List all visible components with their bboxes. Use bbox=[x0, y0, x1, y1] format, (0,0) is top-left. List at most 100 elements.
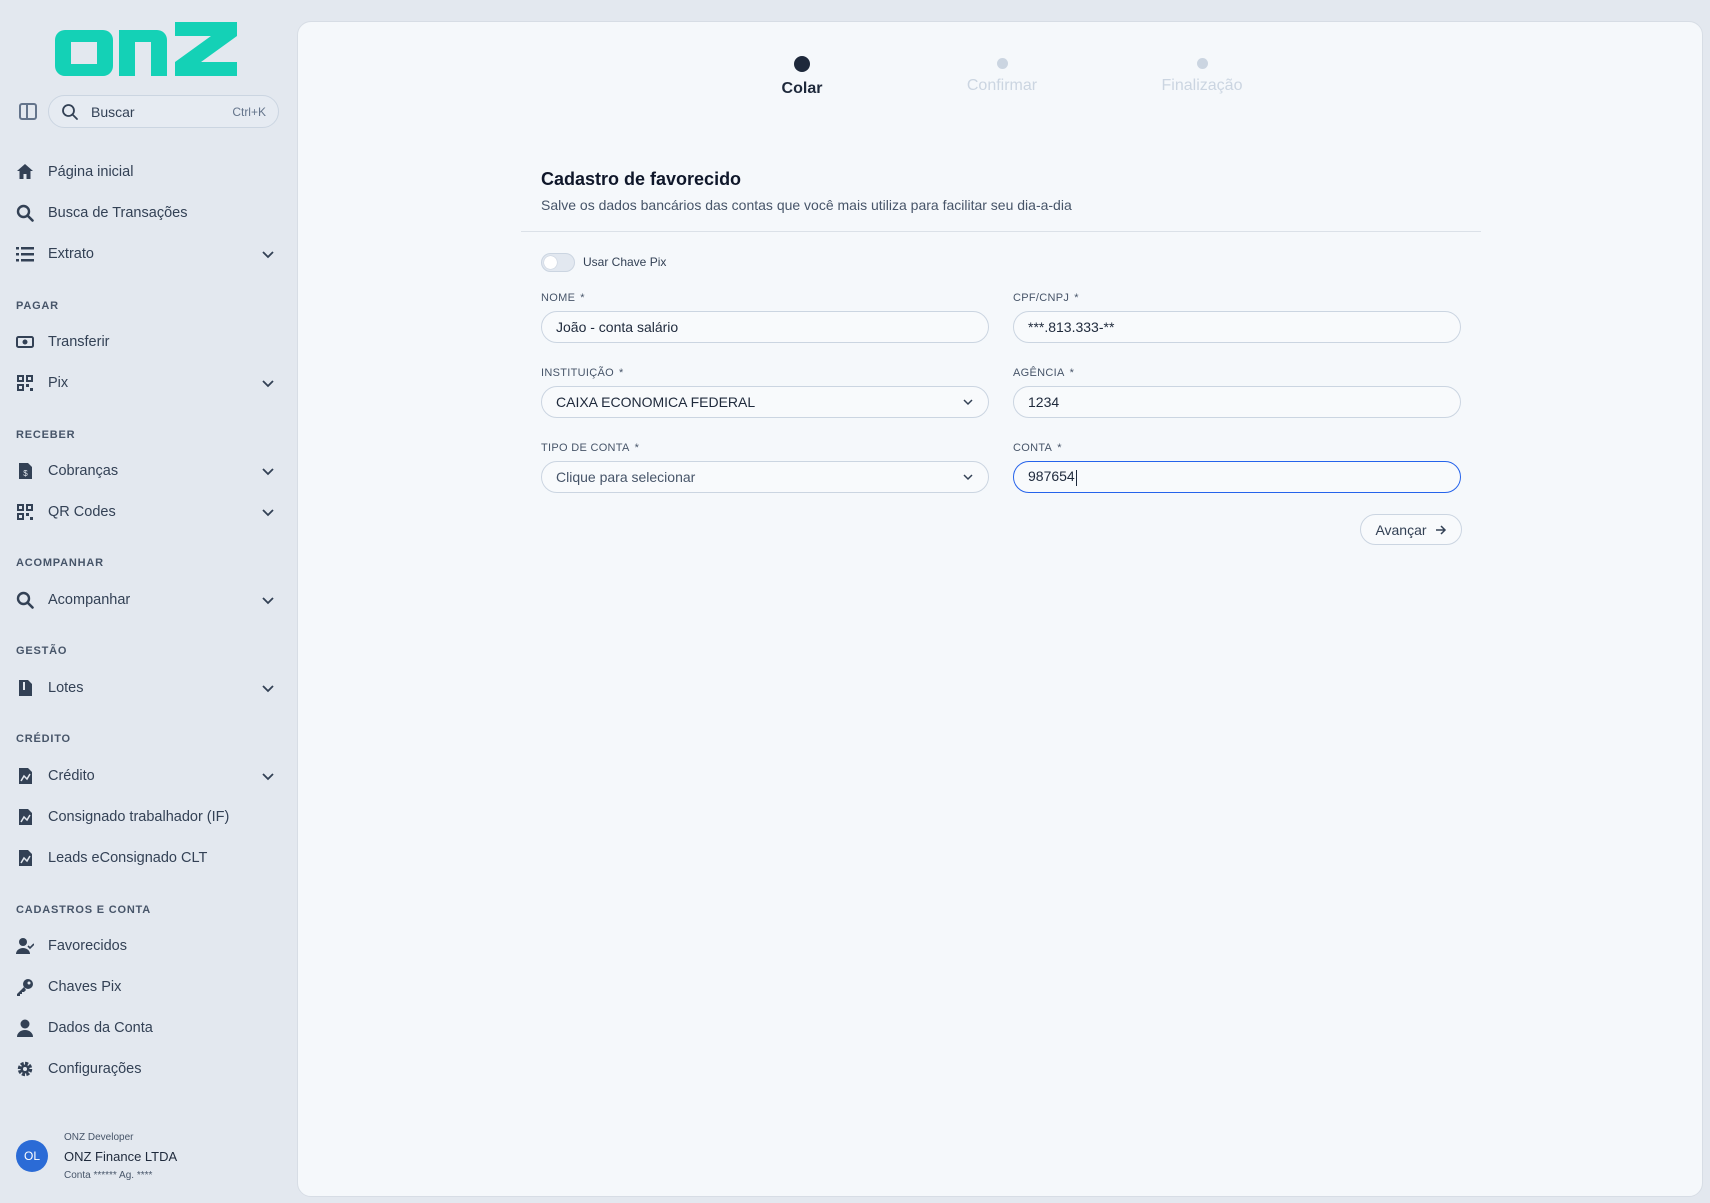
qr-code-icon bbox=[16, 503, 34, 521]
sidebar-item-consignado[interactable]: Consignado trabalhador (IF) bbox=[0, 797, 297, 837]
sidebar-item-transferir[interactable]: Transferir bbox=[0, 322, 297, 362]
page-title: Cadastro de favorecido bbox=[541, 169, 742, 189]
money-transfer-icon bbox=[16, 333, 34, 351]
conta-value: 987654 bbox=[1028, 468, 1075, 485]
nome-label: NOME * bbox=[541, 292, 585, 304]
step-label: Confirmar bbox=[966, 77, 1038, 94]
step-label: Finalização bbox=[1161, 77, 1243, 94]
gear-icon bbox=[16, 1060, 34, 1078]
key-icon bbox=[16, 978, 34, 996]
chevron-down-icon[interactable] bbox=[261, 593, 275, 607]
section-credito: CRÉDITO bbox=[16, 733, 71, 745]
file-chart-icon bbox=[16, 849, 34, 867]
nome-value: João - conta salário bbox=[556, 319, 679, 335]
sidebar-item-label: Extrato bbox=[48, 246, 94, 262]
sidebar-item-qrcodes[interactable]: QR Codes bbox=[0, 492, 297, 532]
chevron-down-icon bbox=[963, 474, 973, 481]
tipo-conta-placeholder: Clique para selecionar bbox=[556, 469, 696, 485]
section-receber: RECEBER bbox=[16, 429, 76, 441]
search-label: Buscar bbox=[91, 103, 135, 120]
sidebar: Buscar Ctrl+K Página inicial Busca de Tr… bbox=[0, 0, 297, 1203]
sidebar-item-label: Cobranças bbox=[48, 463, 119, 479]
cpf-label: CPF/CNPJ * bbox=[1013, 292, 1079, 304]
section-gestao: GESTÃO bbox=[16, 645, 68, 657]
tipo-conta-select[interactable]: Clique para selecionar bbox=[541, 461, 989, 493]
file-chart-icon bbox=[16, 808, 34, 826]
onz-logo[interactable] bbox=[55, 22, 237, 76]
pix-key-toggle-label: Usar Chave Pix bbox=[583, 255, 667, 269]
sidebar-item-label: Dados da Conta bbox=[48, 1020, 153, 1036]
sidebar-item-label: Crédito bbox=[48, 768, 95, 784]
user-company: ONZ Finance LTDA bbox=[64, 1149, 178, 1164]
step-dot-inactive bbox=[1196, 58, 1208, 69]
sidebar-item-label: Busca de Transações bbox=[48, 205, 188, 221]
step-confirmar: Confirmar bbox=[922, 58, 1082, 95]
search-shortcut: Ctrl+K bbox=[232, 104, 266, 119]
user-profile[interactable]: OL ONZ Developer ONZ Finance LTDA Conta … bbox=[16, 1130, 286, 1186]
agencia-field[interactable]: 1234 bbox=[1013, 386, 1461, 418]
sidebar-item-label: Chaves Pix bbox=[48, 979, 122, 995]
cpf-field[interactable]: ***.813.333-** bbox=[1013, 311, 1461, 343]
sidebar-item-dados[interactable]: Dados da Conta bbox=[0, 1008, 297, 1048]
text-caret bbox=[1075, 469, 1077, 486]
step-colar: Colar bbox=[722, 56, 882, 98]
chevron-down-icon[interactable] bbox=[261, 247, 275, 261]
pix-key-toggle[interactable] bbox=[541, 253, 575, 272]
sidebar-item-cobrancas[interactable]: $ Cobranças bbox=[0, 451, 297, 491]
sidebar-item-busca[interactable]: Busca de Transações bbox=[0, 193, 297, 233]
chevron-down-icon[interactable] bbox=[261, 769, 275, 783]
user-role: ONZ Developer bbox=[64, 1132, 134, 1143]
next-button-label: Avançar bbox=[1375, 521, 1427, 538]
sidebar-item-extrato[interactable]: Extrato bbox=[0, 234, 297, 274]
instituicao-select[interactable]: CAIXA ECONOMICA FEDERAL bbox=[541, 386, 989, 418]
search-icon bbox=[16, 204, 34, 222]
sidebar-item-label: Pix bbox=[48, 375, 69, 391]
sidebar-item-credito[interactable]: Crédito bbox=[0, 756, 297, 796]
sidebar-item-pix[interactable]: Pix bbox=[0, 363, 297, 403]
agencia-value: 1234 bbox=[1028, 394, 1060, 410]
user-icon bbox=[16, 1019, 34, 1037]
svg-text:$: $ bbox=[23, 469, 28, 478]
arrow-right-icon bbox=[1435, 524, 1446, 535]
sidebar-item-config[interactable]: Configurações bbox=[0, 1049, 297, 1089]
step-finalizacao: Finalização bbox=[1122, 58, 1282, 95]
tipo-conta-label: TIPO DE CONTA * bbox=[541, 442, 640, 454]
sidebar-item-label: Lotes bbox=[48, 680, 84, 696]
chevron-down-icon[interactable] bbox=[261, 464, 275, 478]
cpf-value: ***.813.333-** bbox=[1028, 319, 1115, 335]
sidebar-item-home[interactable]: Página inicial bbox=[0, 152, 297, 192]
step-dot-inactive bbox=[996, 58, 1008, 69]
sidebar-item-label: Configurações bbox=[48, 1061, 142, 1077]
chevron-down-icon[interactable] bbox=[261, 376, 275, 390]
sidebar-item-chaves[interactable]: Chaves Pix bbox=[0, 967, 297, 1007]
step-label: Colar bbox=[781, 80, 823, 97]
chevron-down-icon[interactable] bbox=[261, 681, 275, 695]
conta-field[interactable]: 987654 bbox=[1013, 461, 1461, 493]
section-acompanhar: ACOMPANHAR bbox=[16, 557, 104, 569]
nome-field[interactable]: João - conta salário bbox=[541, 311, 989, 343]
main-panel: Colar Confirmar Finalização Cadastro de … bbox=[297, 21, 1703, 1197]
agencia-label: AGÊNCIA * bbox=[1013, 367, 1075, 379]
chevron-down-icon bbox=[963, 399, 973, 406]
search-icon bbox=[16, 591, 34, 609]
search-icon bbox=[62, 103, 78, 120]
sidebar-item-favorecidos[interactable]: Favorecidos bbox=[0, 926, 297, 966]
search-input[interactable]: Buscar Ctrl+K bbox=[48, 95, 279, 128]
instituicao-label: INSTITUIÇÃO * bbox=[541, 367, 624, 379]
section-cadastros: CADASTROS E CONTA bbox=[16, 904, 152, 916]
sidebar-toggle-icon[interactable] bbox=[19, 103, 37, 120]
list-icon bbox=[16, 245, 34, 263]
file-zip-icon bbox=[16, 679, 34, 697]
sidebar-item-label: Favorecidos bbox=[48, 938, 127, 954]
divider bbox=[521, 231, 1481, 232]
sidebar-item-acompanhar[interactable]: Acompanhar bbox=[0, 580, 297, 620]
file-chart-icon bbox=[16, 767, 34, 785]
qr-code-icon bbox=[16, 374, 34, 392]
sidebar-item-leads[interactable]: Leads eConsignado CLT bbox=[0, 838, 297, 878]
sidebar-item-lotes[interactable]: Lotes bbox=[0, 668, 297, 708]
page-subtitle: Salve os dados bancários das contas que … bbox=[541, 197, 1072, 213]
invoice-icon: $ bbox=[16, 462, 34, 480]
next-button[interactable]: Avançar bbox=[1360, 514, 1462, 545]
sidebar-item-label: Leads eConsignado CLT bbox=[48, 850, 208, 866]
chevron-down-icon[interactable] bbox=[261, 505, 275, 519]
